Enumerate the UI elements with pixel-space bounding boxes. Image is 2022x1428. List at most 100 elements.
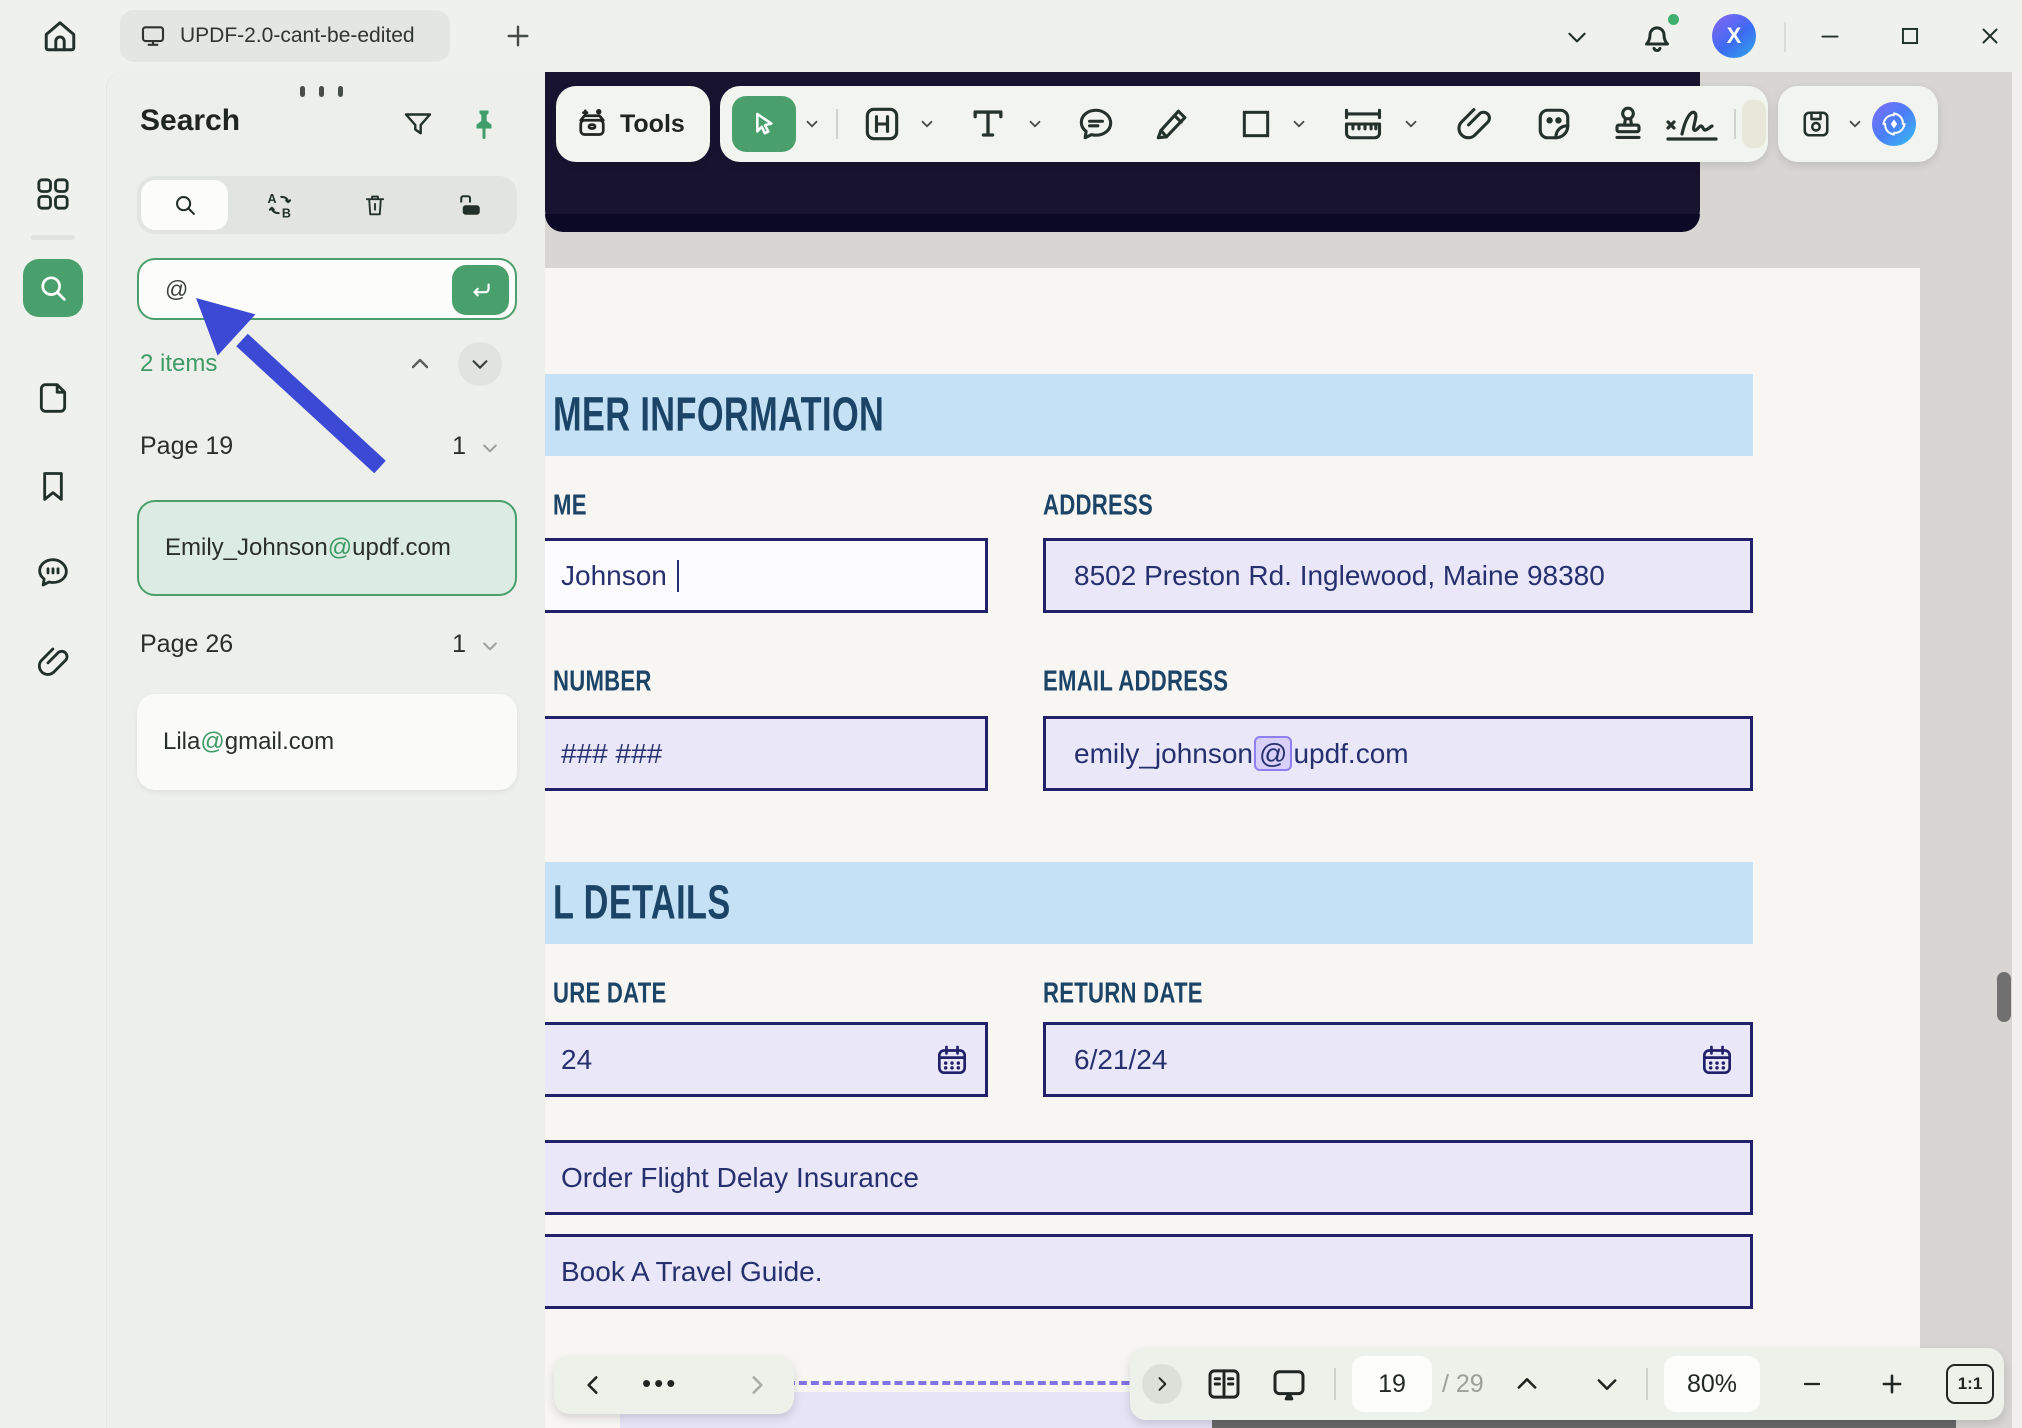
home-icon[interactable]	[38, 14, 82, 58]
toolbar-divider	[1734, 109, 1736, 139]
page-number-input[interactable]: 19	[1352, 1356, 1432, 1412]
group-count: 1	[452, 630, 466, 659]
calendar-icon[interactable]	[933, 1041, 971, 1079]
ai-assistant-button[interactable]	[1872, 102, 1916, 146]
close-button[interactable]	[1972, 18, 2008, 54]
bar-divider	[1646, 1368, 1648, 1400]
group-count: 1	[452, 432, 466, 461]
enter-icon	[468, 277, 494, 303]
save-icon[interactable]	[1798, 106, 1834, 142]
collapse-group-icon[interactable]	[480, 636, 500, 656]
sidebar-item-comments[interactable]	[33, 553, 73, 593]
sidebar-item-bookmarks[interactable]	[33, 466, 73, 506]
result-text: Lila@gmail.com	[163, 728, 334, 756]
updf-app-window: MER INFORMATION ME ADDRESS Johnson 8502 …	[0, 0, 2022, 1428]
minimize-button[interactable]	[1812, 18, 1848, 54]
sidebar-item-search[interactable]	[23, 259, 83, 317]
actual-size-label: 1:1	[1958, 1374, 1983, 1394]
attach-tool-icon[interactable]	[1452, 102, 1496, 146]
select-tool-dropdown-icon[interactable]	[803, 115, 821, 133]
email-label: EMAIL ADDRESS	[1043, 665, 1228, 698]
travel-guide-option[interactable]: Book A Travel Guide.	[545, 1234, 1753, 1309]
actual-size-button[interactable]: 1:1	[1946, 1364, 1994, 1404]
return-date-label: RETURN DATE	[1043, 977, 1203, 1010]
number-label: NUMBER	[553, 665, 652, 698]
measure-tool-icon[interactable]	[1338, 102, 1388, 146]
collapse-group-icon[interactable]	[480, 438, 500, 458]
number-field[interactable]: ### ###	[545, 716, 988, 791]
tab-delete[interactable]	[327, 176, 422, 234]
two-page-view-icon[interactable]	[1202, 1363, 1246, 1405]
presentation-icon[interactable]	[1266, 1363, 1312, 1405]
panel-drag-handle[interactable]	[300, 86, 343, 97]
heading-tool-icon[interactable]	[860, 102, 904, 146]
previous-page-chevron-icon[interactable]	[1512, 1370, 1542, 1398]
address-field[interactable]: 8502 Preston Rd. Inglewood, Maine 98380	[1043, 538, 1753, 613]
replace-icon: A B	[265, 190, 295, 220]
shape-dropdown-icon[interactable]	[1290, 115, 1308, 133]
search-submit-button[interactable]	[452, 265, 509, 315]
sticker-tool-icon[interactable]	[1532, 102, 1576, 146]
signature-tool-icon[interactable]	[1662, 102, 1722, 146]
prev-page-icon[interactable]	[580, 1371, 606, 1399]
page-total: / 29	[1442, 1370, 1484, 1399]
measure-dropdown-icon[interactable]	[1402, 115, 1420, 133]
zoom-level-control[interactable]: 80%	[1664, 1356, 1760, 1412]
email-before: emily_johnson	[1074, 738, 1253, 769]
section2-title: L DETAILS	[553, 876, 731, 931]
grid-menu-icon[interactable]	[33, 174, 73, 214]
result-group-header[interactable]: Page 19 1	[140, 432, 514, 464]
comment-tool-icon[interactable]	[1074, 102, 1118, 146]
return-date-value: 6/21/24	[1074, 1044, 1167, 1076]
document-tab[interactable]: UPDF-2.0-cant-be-edited	[120, 10, 450, 62]
zoom-in-icon[interactable]	[1878, 1370, 1906, 1398]
search-result[interactable]: Lila@gmail.com	[137, 694, 517, 790]
calendar-icon[interactable]	[1698, 1041, 1736, 1079]
vertical-scrollbar-thumb[interactable]	[1997, 972, 2011, 1022]
filter-icon[interactable]	[400, 106, 436, 144]
return-date-field[interactable]: 6/21/24	[1043, 1022, 1753, 1097]
expand-controls-button[interactable]	[1142, 1364, 1182, 1404]
tab-search[interactable]	[141, 180, 228, 230]
chevron-down-icon[interactable]	[1560, 24, 1594, 50]
next-page-chevron-icon[interactable]	[1592, 1370, 1622, 1398]
result-after: updf.com	[352, 534, 451, 561]
text-tool-icon[interactable]	[966, 102, 1010, 146]
previous-result-button[interactable]	[405, 352, 435, 376]
heading-dropdown-icon[interactable]	[918, 115, 936, 133]
name-label: ME	[553, 489, 587, 522]
chevron-down-icon	[469, 353, 491, 375]
pdf-previous-page-footer-strip	[545, 214, 1700, 232]
pin-icon[interactable]	[466, 102, 502, 146]
section1-title: MER INFORMATION	[553, 388, 884, 443]
add-tab-icon[interactable]	[502, 20, 534, 52]
email-field[interactable]: emily_johnson@updf.com	[1043, 716, 1753, 791]
next-page-icon[interactable]	[744, 1371, 770, 1399]
maximize-button[interactable]	[1892, 18, 1928, 54]
address-label: ADDRESS	[1043, 489, 1153, 522]
trash-icon	[361, 191, 389, 219]
select-tool-button[interactable]	[732, 96, 796, 152]
departure-date-field[interactable]: 24	[545, 1022, 988, 1097]
email-after: updf.com	[1293, 738, 1408, 769]
more-pages-button[interactable]: •••	[642, 1368, 678, 1399]
stamp-tool-icon[interactable]	[1606, 102, 1650, 146]
name-field[interactable]: Johnson	[545, 538, 988, 613]
next-result-button[interactable]	[458, 342, 502, 386]
flight-insurance-option[interactable]: Order Flight Delay Insurance	[545, 1140, 1753, 1215]
highlighter-tool-icon[interactable]	[1150, 102, 1194, 146]
text-dropdown-icon[interactable]	[1026, 115, 1044, 133]
save-dropdown-icon[interactable]	[1846, 115, 1864, 133]
shape-tool-icon[interactable]	[1236, 102, 1276, 146]
search-input[interactable]: @	[137, 258, 517, 320]
zoom-out-icon[interactable]	[1798, 1372, 1826, 1396]
tab-redact[interactable]	[422, 176, 517, 234]
search-result-selected[interactable]: Emily_Johnson@updf.com	[137, 500, 517, 596]
sidebar-item-pages[interactable]	[33, 378, 73, 418]
tools-button[interactable]: Tools	[556, 86, 710, 162]
pdf-page: MER INFORMATION ME ADDRESS Johnson 8502 …	[545, 268, 1920, 1428]
result-group-header[interactable]: Page 26 1	[140, 630, 514, 662]
sidebar-item-attachments[interactable]	[33, 642, 73, 682]
avatar[interactable]: X	[1712, 14, 1756, 58]
tab-replace[interactable]: A B	[232, 176, 327, 234]
